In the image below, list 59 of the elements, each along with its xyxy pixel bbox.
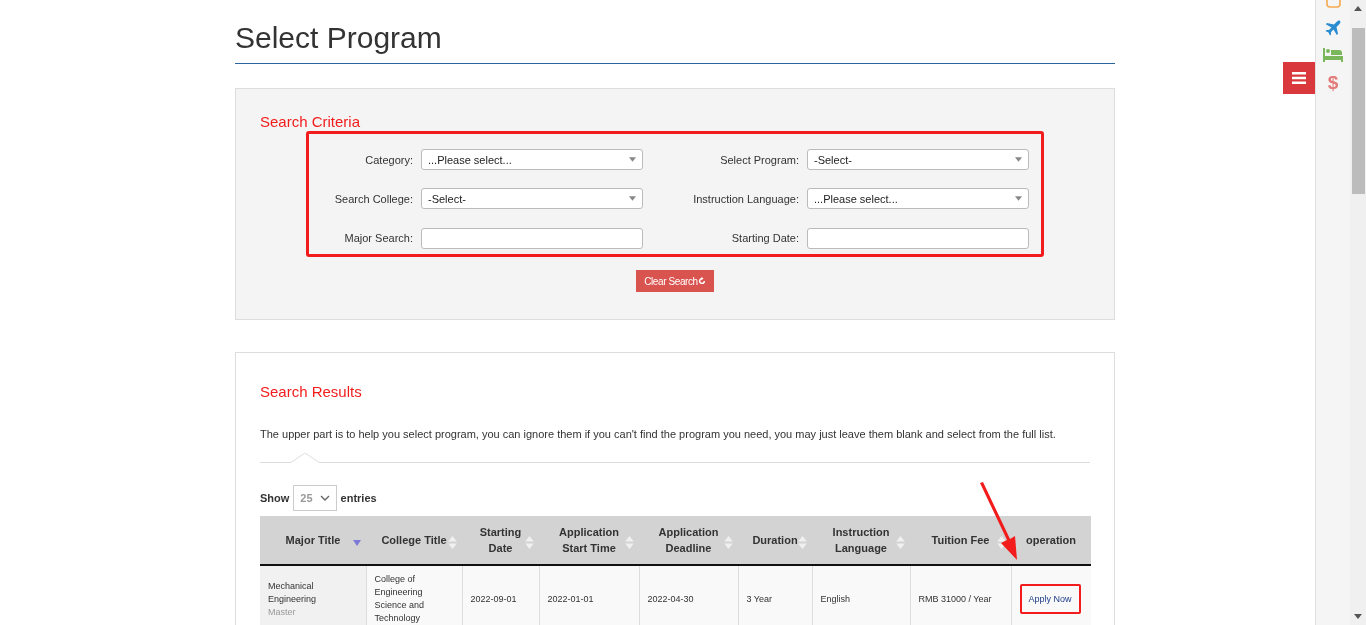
- chevron-icon: [319, 495, 330, 501]
- table-cell: College of Engineering Science and Technology: [366, 565, 462, 625]
- scroll-down-icon[interactable]: [1354, 614, 1362, 619]
- scroll-up-icon[interactable]: [1354, 6, 1362, 11]
- sort-icon: [353, 540, 361, 546]
- caret-icon: [629, 157, 636, 162]
- field-label: Category:: [364, 153, 413, 166]
- select-field[interactable]: ...Please select...: [421, 149, 643, 170]
- column-header[interactable]: College Title: [366, 516, 462, 565]
- select-field[interactable]: -Select-: [421, 188, 643, 210]
- select-field[interactable]: -Select-: [807, 149, 1029, 170]
- column-header[interactable]: Application Start Time: [539, 516, 639, 565]
- input-field[interactable]: [421, 227, 643, 249]
- caret-icon: [1015, 157, 1022, 162]
- section-heading: Search Results: [260, 383, 363, 401]
- sort-icon: [448, 535, 457, 550]
- column-header[interactable]: Instruction Language: [812, 516, 910, 565]
- apply-link[interactable]: Apply Now: [1019, 583, 1081, 614]
- page-title: Select Program: [235, 0, 1115, 64]
- edit-icon[interactable]: [1325, 0, 1341, 8]
- table-cell: 3 Year: [738, 565, 812, 625]
- table-cell: Mechanical Engineering Master: [260, 565, 366, 625]
- scrollbar[interactable]: [1350, 0, 1366, 625]
- column-header: operation: [1011, 516, 1091, 565]
- table-cell: RMB 31000 / Year: [910, 565, 1011, 625]
- table-cell: 2022-04-30: [639, 565, 738, 625]
- table-cell: 2022-09-01: [462, 565, 539, 625]
- section-heading: Search Criteria: [260, 113, 362, 131]
- column-header[interactable]: Major Title: [260, 516, 366, 565]
- entries-label: entries: [340, 492, 377, 504]
- clear-search-button[interactable]: Clear Search: [636, 270, 714, 292]
- sort-icon: [798, 535, 807, 550]
- field-label: Instruction Language:: [692, 192, 799, 205]
- menu-button[interactable]: [1283, 62, 1315, 94]
- field-label: Search College:: [333, 192, 413, 205]
- caret-icon: [1015, 196, 1022, 202]
- column-header[interactable]: Starting Date: [462, 516, 539, 565]
- sort-icon: [525, 535, 534, 550]
- input-field[interactable]: [807, 227, 1029, 249]
- caret-icon: [629, 196, 636, 202]
- show-label: Show: [260, 492, 290, 504]
- field-label: Select Program:: [719, 153, 799, 166]
- plane-icon[interactable]: [1325, 20, 1341, 36]
- menu-icon: [1292, 72, 1306, 84]
- select-field[interactable]: ...Please select...: [807, 188, 1029, 210]
- sort-icon: [896, 535, 905, 550]
- refresh-icon: [697, 277, 706, 285]
- column-header[interactable]: Tuition Fee: [910, 516, 1011, 565]
- sort-icon: [625, 535, 634, 550]
- table-cell: English: [812, 565, 910, 625]
- table-cell: 2022-01-01: [539, 565, 639, 625]
- field-label: Starting Date:: [730, 232, 799, 245]
- field-label: Major Search:: [343, 232, 413, 245]
- column-header[interactable]: Duration: [738, 516, 812, 565]
- help-text: The upper part is to help you select program, you can ignore them if you can't find the program you need, you may just leave them blank and select from the full list.: [260, 427, 1057, 442]
- bed-icon[interactable]: [1323, 48, 1343, 62]
- column-header[interactable]: Application Deadline: [639, 516, 738, 565]
- sort-icon: [724, 535, 733, 550]
- scroll-thumb[interactable]: [1351, 28, 1365, 194]
